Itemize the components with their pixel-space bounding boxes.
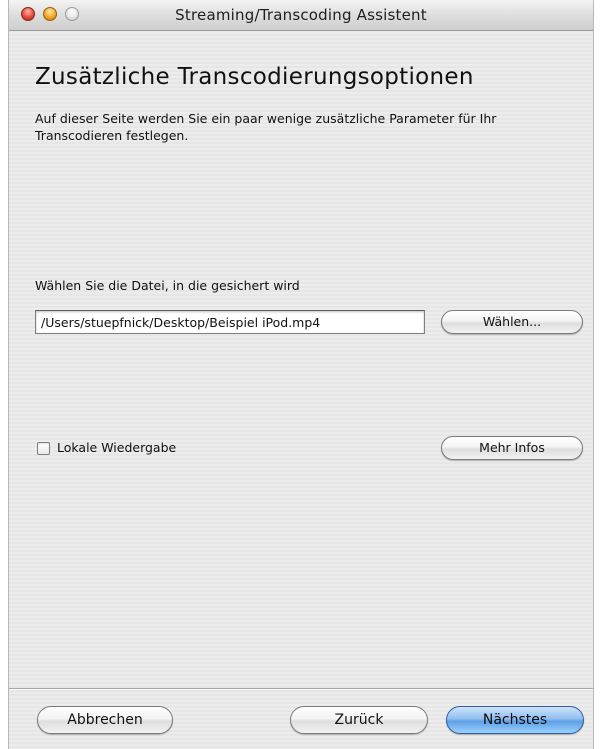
page-title: Zusätzliche Transcodierungsoptionen <box>35 64 474 90</box>
more-info-button[interactable]: Mehr Infos <box>441 436 583 460</box>
title-bar[interactable]: Streaming/Transcoding Assistent <box>9 0 593 31</box>
local-playback-checkbox[interactable] <box>37 442 50 455</box>
save-path-input[interactable] <box>35 310 425 334</box>
back-button[interactable]: Zurück <box>290 706 428 734</box>
choose-file-button[interactable]: Wählen... <box>441 310 583 334</box>
page-description: Auf dieser Seite werden Sie ein paar wen… <box>35 111 497 143</box>
window-title: Streaming/Transcoding Assistent <box>175 6 427 24</box>
assistant-window: Streaming/Transcoding Assistent Zusätzli… <box>8 0 594 749</box>
local-playback-label[interactable]: Lokale Wiedergabe <box>57 440 176 455</box>
next-button[interactable]: Nächstes <box>446 706 584 734</box>
cancel-button[interactable]: Abbrechen <box>37 706 173 734</box>
footer-separator <box>9 688 593 690</box>
save-file-label: Wählen Sie die Datei, in die gesichert w… <box>35 278 300 293</box>
